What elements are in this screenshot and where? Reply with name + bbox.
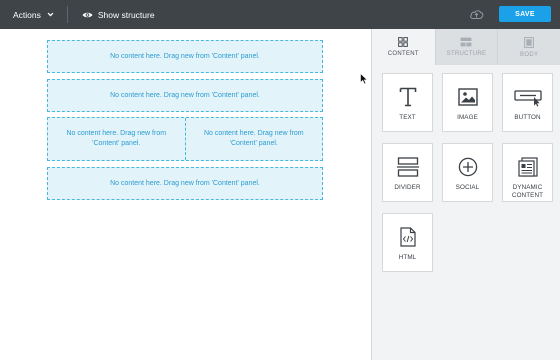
content-row[interactable]: No content here. Drag new from 'Content'… <box>47 79 323 112</box>
block-label: HTML <box>398 254 417 261</box>
block-label: IMAGE <box>457 114 478 121</box>
empty-placeholder[interactable]: No content here. Drag new from 'Content'… <box>48 80 322 111</box>
dynamic-content-icon <box>517 157 538 177</box>
cloud-upload-icon[interactable] <box>469 8 484 21</box>
save-button[interactable]: SAVE <box>499 6 551 22</box>
body-icon <box>524 36 535 48</box>
content-row[interactable]: No content here. Drag new from 'Content'… <box>47 167 323 200</box>
empty-placeholder[interactable]: No content here. Drag new from 'Content'… <box>184 118 323 160</box>
tab-content[interactable]: CONTENT <box>372 29 435 65</box>
tab-body[interactable]: BODY <box>497 29 560 65</box>
block-html[interactable]: HTML <box>382 213 433 272</box>
divider-icon <box>396 157 419 177</box>
actions-label: Actions <box>13 9 41 20</box>
button-icon <box>513 90 542 107</box>
text-icon <box>399 87 416 107</box>
social-icon <box>458 157 477 177</box>
block-button[interactable]: BUTTON <box>502 73 553 132</box>
block-label-line: DYNAMIC <box>512 184 543 191</box>
grid-icon <box>398 37 409 47</box>
block-label-line: CONTENT <box>511 192 544 199</box>
email-canvas: No content here. Drag new from 'Content'… <box>0 29 371 360</box>
block-label: BUTTON <box>514 114 541 121</box>
actions-menu[interactable]: Actions <box>13 10 54 20</box>
content-row-two-columns[interactable]: No content here. Drag new from 'Content'… <box>47 117 323 161</box>
top-bar: Actions Show structure SAVE <box>0 0 560 29</box>
block-label: DIVIDER <box>394 184 421 191</box>
toolbar-divider <box>66 6 68 23</box>
side-panel: CONTENT STRUCTURE BODY TEXT IMAGE BUTTON… <box>371 29 560 360</box>
html-icon <box>399 227 416 247</box>
show-structure-label: Show structure <box>97 9 155 20</box>
block-divider[interactable]: DIVIDER <box>382 143 433 202</box>
empty-placeholder[interactable]: No content here. Drag new from 'Content'… <box>48 41 322 72</box>
tab-content-label: CONTENT <box>387 51 419 57</box>
eye-icon <box>82 12 93 17</box>
block-label: SOCIAL <box>455 184 480 191</box>
block-image[interactable]: IMAGE <box>442 73 493 132</box>
chevron-down-icon <box>47 12 54 17</box>
panel-tabs: CONTENT STRUCTURE BODY <box>372 29 560 65</box>
block-text[interactable]: TEXT <box>382 73 433 132</box>
block-label: TEXT <box>399 114 416 121</box>
mouse-cursor-icon <box>360 73 368 85</box>
empty-placeholder[interactable]: No content here. Drag new from 'Content'… <box>48 118 185 160</box>
tab-body-label: BODY <box>520 51 539 58</box>
tab-structure[interactable]: STRUCTURE <box>434 29 498 65</box>
empty-placeholder[interactable]: No content here. Drag new from 'Content'… <box>48 168 322 199</box>
tab-structure-label: STRUCTURE <box>446 51 487 57</box>
content-row[interactable]: No content here. Drag new from 'Content'… <box>47 40 323 73</box>
block-label: DYNAMIC CONTENT <box>503 184 552 200</box>
image-icon <box>457 88 478 106</box>
block-social[interactable]: SOCIAL <box>442 143 493 202</box>
block-dynamic-content[interactable]: DYNAMIC CONTENT <box>502 143 553 202</box>
show-structure-toggle[interactable]: Show structure <box>82 10 155 20</box>
structure-icon <box>461 37 472 47</box>
